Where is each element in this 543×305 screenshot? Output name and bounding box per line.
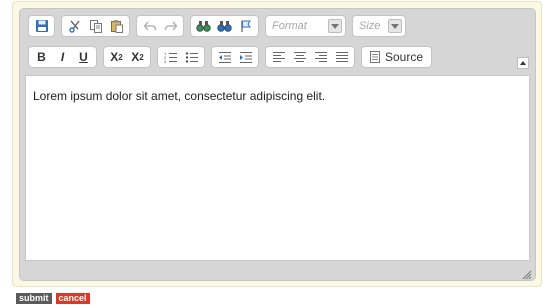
- basic-styles-group: B I U: [28, 46, 97, 68]
- binoculars-icon: [196, 21, 211, 32]
- align-group: [265, 46, 355, 68]
- indent-button[interactable]: [235, 47, 256, 67]
- find-group: [190, 15, 259, 37]
- document-group: [28, 15, 55, 37]
- subscript-label: X: [110, 50, 119, 64]
- underline-button[interactable]: U: [73, 47, 94, 67]
- source-button[interactable]: Source: [364, 47, 429, 67]
- align-center-icon: [293, 52, 306, 62]
- bold-button[interactable]: B: [31, 47, 52, 67]
- chevron-down-icon: [328, 19, 342, 33]
- indent-icon: [239, 52, 252, 63]
- bulleted-list-button[interactable]: [181, 47, 202, 67]
- justify-button[interactable]: [331, 47, 352, 67]
- editor-content-text: Lorem ipsum dolor sit amet, consectetur …: [33, 89, 326, 103]
- align-right-icon: [314, 52, 327, 62]
- source-icon: [370, 51, 380, 63]
- resize-handle[interactable]: [522, 267, 532, 280]
- size-dropdown-label: Size: [359, 20, 381, 32]
- undo-button[interactable]: [139, 16, 160, 36]
- numbered-list-icon: 1 2 3: [164, 51, 177, 64]
- scissors-icon: [68, 20, 80, 33]
- paste-button[interactable]: [106, 16, 127, 36]
- collapse-toolbar-button[interactable]: [517, 57, 529, 69]
- outdent-icon: [218, 52, 231, 63]
- editor-container: Format Size B I U X2 X 2 1 2 3 Source Lo…: [12, 1, 542, 287]
- toolbar-row-1: Format Size: [28, 14, 412, 38]
- find-button[interactable]: [193, 16, 214, 36]
- size-dropdown[interactable]: Size: [352, 15, 406, 37]
- cancel-button[interactable]: cancel: [55, 293, 90, 304]
- italic-button[interactable]: I: [52, 47, 73, 67]
- align-left-button[interactable]: [268, 47, 289, 67]
- superscript-button[interactable]: X2: [127, 47, 148, 67]
- superscript-label: X: [131, 50, 140, 64]
- paste-icon: [110, 20, 123, 33]
- redo-button[interactable]: [160, 16, 181, 36]
- resize-grip-icon: [522, 270, 532, 280]
- copy-icon: [89, 20, 102, 33]
- subscript-sub: 2: [118, 52, 123, 62]
- cut-button[interactable]: [64, 16, 85, 36]
- undo-icon: [142, 21, 156, 31]
- anchor-button[interactable]: [235, 16, 256, 36]
- bulleted-list-icon: [185, 52, 198, 63]
- chevron-down-icon: [388, 19, 402, 33]
- list-group: 1 2 3: [157, 46, 205, 68]
- svg-text:3: 3: [164, 59, 167, 64]
- source-group: Source: [361, 46, 433, 68]
- clipboard-group: [61, 15, 130, 37]
- save-icon: [35, 20, 48, 32]
- source-button-label: Source: [385, 50, 424, 64]
- redo-icon: [164, 21, 178, 31]
- indent-group: [211, 46, 259, 68]
- flag-icon: [240, 20, 251, 32]
- subscript-button[interactable]: X2: [106, 47, 127, 67]
- script-group: X2 X2: [103, 46, 151, 68]
- outdent-button[interactable]: [214, 47, 235, 67]
- format-dropdown[interactable]: Format: [265, 15, 346, 37]
- superscript-sup: 2: [139, 52, 144, 62]
- history-group: [136, 15, 184, 37]
- binoculars-replace-icon: [217, 21, 232, 32]
- format-dropdown-label: Format: [272, 20, 307, 32]
- align-right-button[interactable]: [310, 47, 331, 67]
- save-button[interactable]: [31, 16, 52, 36]
- rich-text-editor: Format Size B I U X2 X 2 1 2 3 Source Lo…: [19, 8, 536, 281]
- replace-button[interactable]: [214, 16, 235, 36]
- copy-button[interactable]: [85, 16, 106, 36]
- submit-button[interactable]: submit: [16, 293, 52, 304]
- justify-icon: [335, 52, 348, 62]
- numbered-list-button[interactable]: 1 2 3: [160, 47, 181, 67]
- align-center-button[interactable]: [289, 47, 310, 67]
- triangle-up-icon: [520, 61, 526, 65]
- align-left-icon: [272, 52, 285, 62]
- editor-content-area[interactable]: Lorem ipsum dolor sit amet, consectetur …: [25, 75, 530, 261]
- form-actions: submit cancel: [16, 293, 94, 304]
- toolbar-row-2: B I U X2 X2 1 2 3 Source: [28, 45, 438, 69]
